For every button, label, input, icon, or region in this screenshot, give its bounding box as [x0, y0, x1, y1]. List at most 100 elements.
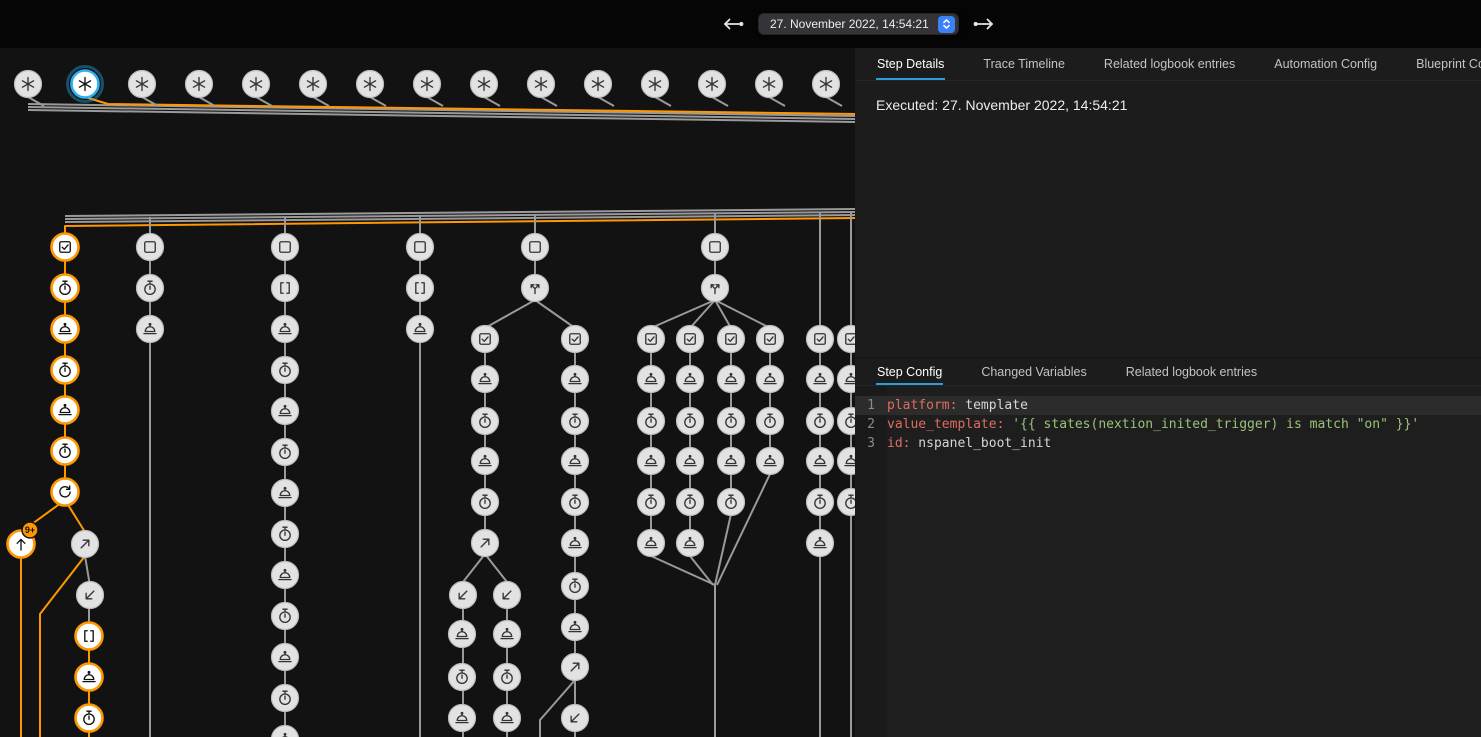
- graph-node-service-bell[interactable]: [718, 366, 745, 393]
- graph-node-service-bell[interactable]: [807, 366, 834, 393]
- graph-node-timer[interactable]: [562, 408, 589, 435]
- graph-node-timer[interactable]: [807, 408, 834, 435]
- graph-node-timer[interactable]: [472, 489, 499, 516]
- graph-node-service-bell[interactable]: [757, 366, 784, 393]
- graph-node-service-bell[interactable]: [638, 448, 665, 475]
- graph-node-checkbox-marked[interactable]: [807, 326, 834, 353]
- graph-node-asterisk[interactable]: [471, 71, 498, 98]
- graph-node-asterisk[interactable]: [243, 71, 270, 98]
- graph-node-service-bell[interactable]: [838, 366, 856, 393]
- graph-node-service-bell[interactable]: [449, 705, 476, 732]
- graph-node-timer[interactable]: [638, 408, 665, 435]
- graph-node-service-bell[interactable]: [272, 480, 299, 507]
- graph-node-timer[interactable]: [562, 573, 589, 600]
- graph-node-checkbox-blank[interactable]: [522, 234, 549, 261]
- graph-node-call-split[interactable]: [522, 275, 549, 302]
- graph-node-arrow-up-right[interactable]: [472, 530, 499, 557]
- graph-node-service-bell[interactable]: [52, 316, 79, 343]
- graph-node-timer[interactable]: [137, 275, 164, 302]
- graph-node-timer[interactable]: [472, 408, 499, 435]
- graph-node-service-bell[interactable]: [677, 366, 704, 393]
- graph-node-timer[interactable]: [76, 705, 103, 732]
- graph-node-timer[interactable]: [449, 664, 476, 691]
- graph-node-service-bell[interactable]: [52, 397, 79, 424]
- graph-node-service-bell[interactable]: [562, 448, 589, 475]
- graph-node-arrow-bottom-left[interactable]: [562, 705, 589, 732]
- graph-node-repeat[interactable]: [52, 479, 79, 506]
- graph-node-arrow-up-right[interactable]: [72, 531, 99, 558]
- graph-node-timer[interactable]: [272, 685, 299, 712]
- graph-node-service-bell[interactable]: [677, 448, 704, 475]
- graph-node-checkbox-marked[interactable]: [562, 326, 589, 353]
- tab-related-logbook-entries[interactable]: Related logbook entries: [1125, 358, 1258, 385]
- graph-node-checkbox-marked[interactable]: [757, 326, 784, 353]
- graph-node-timer[interactable]: [272, 521, 299, 548]
- graph-node-timer[interactable]: [562, 489, 589, 516]
- graph-node-asterisk[interactable]: [414, 71, 441, 98]
- graph-node-service-bell[interactable]: [807, 530, 834, 557]
- graph-node-service-bell[interactable]: [757, 448, 784, 475]
- graph-node-asterisk[interactable]: [186, 71, 213, 98]
- graph-node-service-bell[interactable]: [272, 562, 299, 589]
- graph-node-asterisk[interactable]: [129, 71, 156, 98]
- graph-node-arrow-bottom-left[interactable]: [77, 582, 104, 609]
- graph-node-timer[interactable]: [272, 603, 299, 630]
- graph-node-checkbox-blank[interactable]: [137, 234, 164, 261]
- graph-node-service-bell[interactable]: [472, 366, 499, 393]
- graph-node-checkbox-marked[interactable]: [718, 326, 745, 353]
- graph-node-service-bell[interactable]: [562, 366, 589, 393]
- graph-node-service-bell[interactable]: [407, 316, 434, 343]
- graph-node-service-bell[interactable]: [638, 366, 665, 393]
- graph-node-timer[interactable]: [272, 357, 299, 384]
- graph-node-service-bell[interactable]: [449, 621, 476, 648]
- graph-node-checkbox-marked[interactable]: [838, 326, 856, 353]
- graph-node-timer[interactable]: [718, 489, 745, 516]
- graph-node-code-brackets[interactable]: [272, 275, 299, 302]
- tab-trace-timeline[interactable]: Trace Timeline: [982, 48, 1066, 80]
- graph-node-timer[interactable]: [677, 489, 704, 516]
- trace-picker-select[interactable]: 27. November 2022, 14:54:21: [758, 13, 959, 35]
- graph-node-asterisk[interactable]: [357, 71, 384, 98]
- graph-node-asterisk[interactable]: [68, 67, 103, 102]
- graph-node-asterisk[interactable]: [300, 71, 327, 98]
- graph-node-timer[interactable]: [757, 408, 784, 435]
- graph-node-service-bell[interactable]: [137, 316, 164, 343]
- graph-node-timer[interactable]: [718, 408, 745, 435]
- previous-trace-button[interactable]: [720, 11, 746, 37]
- graph-node-checkbox-marked[interactable]: [472, 326, 499, 353]
- graph-node-service-bell[interactable]: [272, 644, 299, 671]
- graph-node-service-bell[interactable]: [807, 448, 834, 475]
- tab-step-config[interactable]: Step Config: [876, 358, 943, 385]
- graph-node-service-bell[interactable]: [562, 614, 589, 641]
- graph-node-code-brackets[interactable]: [407, 275, 434, 302]
- graph-node-code-brackets[interactable]: [76, 623, 103, 650]
- graph-node-checkbox-marked[interactable]: [52, 234, 79, 261]
- tab-related-logbook-entries[interactable]: Related logbook entries: [1103, 48, 1236, 80]
- graph-node-timer[interactable]: [52, 275, 79, 302]
- graph-node-service-bell[interactable]: [272, 726, 299, 737]
- graph-node-arrow-bottom-left[interactable]: [450, 582, 477, 609]
- graph-node-timer[interactable]: [52, 357, 79, 384]
- tab-automation-config[interactable]: Automation Config: [1273, 48, 1378, 80]
- graph-node-asterisk[interactable]: [813, 71, 840, 98]
- graph-node-checkbox-blank[interactable]: [407, 234, 434, 261]
- graph-node-timer[interactable]: [807, 489, 834, 516]
- tab-changed-variables[interactable]: Changed Variables: [980, 358, 1087, 385]
- graph-node-service-bell[interactable]: [638, 530, 665, 557]
- graph-node-timer[interactable]: [638, 489, 665, 516]
- graph-node-service-bell[interactable]: [494, 621, 521, 648]
- graph-node-service-bell[interactable]: [76, 664, 103, 691]
- graph-node-service-bell[interactable]: [718, 448, 745, 475]
- graph-node-service-bell[interactable]: [677, 530, 704, 557]
- graph-node-checkbox-blank[interactable]: [702, 234, 729, 261]
- graph-node-timer[interactable]: [838, 408, 856, 435]
- tab-blueprint-config[interactable]: Blueprint Config: [1415, 48, 1481, 80]
- graph-node-arrow-bottom-left[interactable]: [494, 582, 521, 609]
- graph-node-service-bell[interactable]: [494, 705, 521, 732]
- graph-node-timer[interactable]: [272, 439, 299, 466]
- graph-node-service-bell[interactable]: [562, 530, 589, 557]
- graph-node-asterisk[interactable]: [15, 71, 42, 98]
- graph-node-service-bell[interactable]: [272, 316, 299, 343]
- graph-node-timer[interactable]: [52, 438, 79, 465]
- tab-step-details[interactable]: Step Details: [876, 48, 945, 80]
